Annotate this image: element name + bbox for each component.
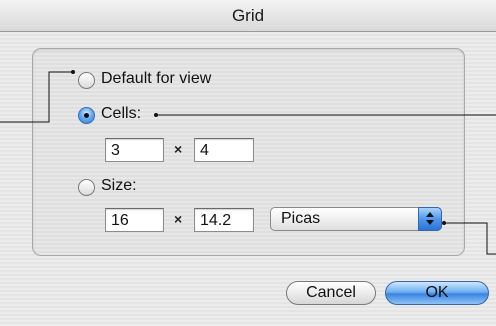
callout-lines [0, 70, 496, 255]
callout-dot-cells [154, 113, 158, 117]
grid-dialog-window: Grid Default for view Cells: × Size: × P… [0, 0, 496, 326]
callout-line-units [444, 222, 496, 255]
callout-line-default [0, 71, 73, 123]
callout-dot-default [71, 70, 75, 74]
callout-dot-units [442, 221, 446, 225]
